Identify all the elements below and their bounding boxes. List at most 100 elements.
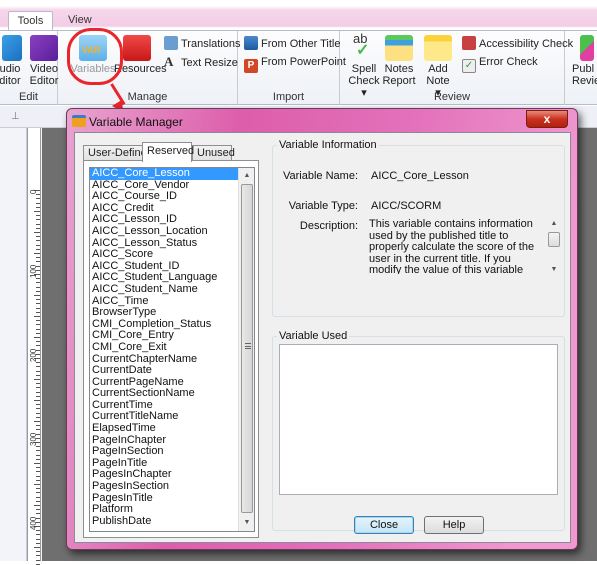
ruler-tick <box>34 484 40 485</box>
ruler-tick <box>36 240 40 242</box>
ruler-tick <box>34 232 40 233</box>
list-scrollbar[interactable]: ▲ ▼ <box>238 168 254 531</box>
variable-used-legend: Variable Used <box>277 330 350 342</box>
ruler-tick <box>36 248 40 250</box>
publish-review-label-2: Revie <box>572 75 597 87</box>
ruler-tick <box>36 475 40 477</box>
title-bar: Tools View <box>0 0 597 31</box>
variable-list-item[interactable]: ElapsedTime <box>90 422 254 435</box>
variable-list-item[interactable]: AICC_Core_Lesson <box>90 168 254 180</box>
from-powerpoint-button[interactable]: P From PowerPoint <box>244 54 346 73</box>
close-icon[interactable]: x <box>526 110 568 128</box>
close-button[interactable]: Close <box>354 516 414 534</box>
error-check-icon: ✓ <box>462 59 476 73</box>
scroll-thumb[interactable] <box>548 232 560 247</box>
ruler-tick <box>36 244 40 246</box>
ruler-tick <box>36 328 40 330</box>
ruler-tick <box>36 370 40 372</box>
variable-list[interactable]: AICC_Core_Lesson AICC_Core_Vendor AICC_Cou… <box>89 167 255 532</box>
ruler-tick <box>34 400 40 401</box>
ruler-tick <box>36 261 40 263</box>
ruler-tick <box>36 299 40 301</box>
scroll-thumb[interactable] <box>241 184 253 513</box>
ruler-label: 0 <box>29 189 38 194</box>
variable-list-item[interactable]: CurrentDate <box>90 364 254 377</box>
variable-list-item[interactable]: AICC_Lesson_Location <box>90 225 254 238</box>
description-scrollbar[interactable]: ▲ ▼ <box>547 218 561 275</box>
left-panel-header: ⊥ <box>0 106 70 128</box>
ruler-tick <box>36 202 40 204</box>
ruler-tick <box>36 391 40 393</box>
scroll-down-icon[interactable]: ▼ <box>239 515 254 531</box>
spell-check-icon: ab ✓ <box>353 31 370 59</box>
variable-list-item[interactable]: PagesInSection <box>90 480 254 493</box>
variable-used-list[interactable] <box>279 344 558 495</box>
ruler-tick <box>36 450 40 452</box>
notes-report-button[interactable]: Notes Report <box>382 35 416 87</box>
audio-editor-button[interactable]: udio ditor <box>0 35 24 87</box>
ruler-tick <box>36 282 40 284</box>
variable-type-label: Variable Type: <box>288 200 358 212</box>
ruler-tick <box>36 395 40 397</box>
ruler-tick <box>36 496 40 498</box>
ruler-tick <box>36 286 40 288</box>
notes-report-icon <box>385 35 413 61</box>
add-note-button[interactable]: Add Note ▾ <box>416 35 460 99</box>
notes-report-label-2: Report <box>382 75 416 87</box>
ruler-tick <box>36 345 40 347</box>
ruler-tick <box>36 538 40 540</box>
variables-icon <box>72 115 86 127</box>
variable-list-item[interactable]: CMI_Core_Exit <box>90 341 254 354</box>
variable-name-label: Variable Name: <box>283 170 358 182</box>
powerpoint-icon: P <box>244 59 258 73</box>
ruler-tick <box>36 534 40 536</box>
text-resize-icon: A <box>164 54 174 69</box>
spell-check-label: Spell <box>351 63 377 75</box>
scroll-up-icon[interactable]: ▲ <box>547 220 561 227</box>
ruler-tick <box>36 194 40 196</box>
vertical-ruler: 0 100 200 300 400 <box>27 128 41 565</box>
ruler-tick <box>36 366 40 368</box>
publish-review-button[interactable]: Publ Revie <box>570 35 597 87</box>
ruler-tick <box>34 547 40 548</box>
ruler-tick <box>36 278 40 280</box>
spell-check-button[interactable]: ab ✓ Spell Check ▾ <box>346 31 382 99</box>
ruler-tick <box>36 362 40 364</box>
video-editor-button[interactable]: Video Editor <box>28 35 60 87</box>
tab-unused[interactable]: Unused <box>192 145 235 161</box>
ruler-tick <box>36 387 40 389</box>
tab-tools[interactable]: Tools <box>8 11 53 31</box>
translations-button[interactable]: Translations <box>164 36 241 52</box>
tab-user-defined[interactable]: User-Defined <box>83 145 153 161</box>
ruler-tick <box>36 542 40 544</box>
scroll-down-icon[interactable]: ▼ <box>547 266 561 273</box>
ruler-tick <box>36 408 40 410</box>
variable-type-value: AICC/SCORM <box>371 200 442 212</box>
ruler-tick <box>36 471 40 473</box>
variable-list-item[interactable]: PublishDate <box>90 515 254 528</box>
accessibility-check-button[interactable]: Accessibility Check <box>462 36 573 52</box>
ruler-tick <box>34 421 40 422</box>
tab-reserved[interactable]: Reserved <box>142 142 194 162</box>
description-label: Description: <box>299 220 358 232</box>
dialog-title: Variable Manager <box>89 115 183 129</box>
variable-list-item[interactable]: AICC_Student_Name <box>90 283 254 296</box>
ruler-tick <box>36 290 40 292</box>
from-other-title-button[interactable]: From Other Title <box>244 36 340 52</box>
book-icon <box>244 36 258 50</box>
scroll-up-icon[interactable]: ▲ <box>239 168 254 184</box>
variable-list-item[interactable]: AICC_Score <box>90 249 254 261</box>
variable-list-item[interactable]: BrowserType <box>90 307 254 319</box>
notes-report-label: Notes <box>384 63 414 75</box>
help-button[interactable]: Help <box>424 516 484 534</box>
group-import: From Other Title P From PowerPoint Import <box>238 31 346 105</box>
ruler-tick <box>36 454 40 456</box>
error-check-button[interactable]: ✓ Error Check <box>462 54 538 73</box>
ruler-tick <box>36 311 40 313</box>
ruler-tick <box>36 429 40 431</box>
ruler-tick <box>36 227 40 229</box>
text-resize-button[interactable]: A Text Resize <box>164 54 238 70</box>
ruler-tick <box>36 513 40 515</box>
from-powerpoint-label: From PowerPoint <box>261 56 346 68</box>
pin-icon[interactable]: ⊥ <box>11 111 20 122</box>
